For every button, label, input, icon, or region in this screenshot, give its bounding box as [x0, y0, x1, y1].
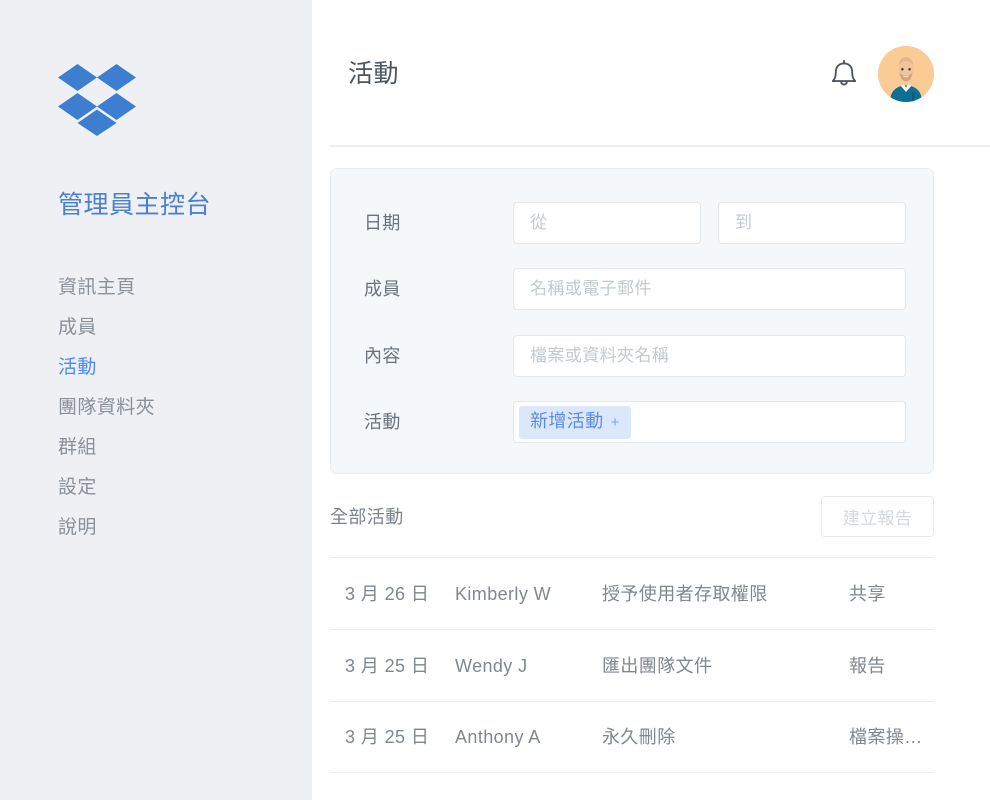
- cell-date: 3 月 25 日: [345, 655, 430, 676]
- notification-bell-icon[interactable]: [824, 52, 864, 96]
- cell-category: 共享: [849, 583, 886, 604]
- filter-row-member: 成員: [331, 267, 935, 311]
- sidebar-item-activity[interactable]: 活動: [58, 348, 298, 388]
- sidebar-item-help[interactable]: 說明: [58, 508, 298, 548]
- filter-row-date: 日期: [331, 201, 935, 245]
- activity-list-header: 全部活動 建立報告: [330, 496, 934, 540]
- cell-action: 匯出團隊文件: [602, 655, 713, 676]
- cell-member: Wendy J: [455, 655, 528, 676]
- cell-category: 檔案操…: [849, 727, 923, 747]
- cell-member: Kimberly W: [455, 583, 552, 604]
- filter-row-content: 內容: [331, 334, 935, 378]
- main-content: 活動 日期 從 到 成員 名稱或電子郵件 內容 檔案或資料夾名稱 活動 新增活動…: [312, 0, 990, 800]
- sidebar-item-settings[interactable]: 設定: [58, 468, 298, 508]
- add-activity-chip[interactable]: 新增活動 +: [519, 405, 631, 439]
- sidebar-item-members[interactable]: 成員: [58, 308, 298, 348]
- table-row[interactable]: 3 月 25 日 Anthony A 永久刪除 檔案操…: [330, 701, 934, 773]
- activity-table: 3 月 26 日 Kimberly W 授予使用者存取權限 共享 3 月 25 …: [330, 557, 934, 773]
- filter-label-date: 日期: [364, 213, 401, 233]
- filter-label-member: 成員: [364, 279, 401, 299]
- table-row[interactable]: 3 月 26 日 Kimberly W 授予使用者存取權限 共享: [330, 557, 934, 629]
- cell-date: 3 月 26 日: [345, 583, 430, 604]
- page-title: 活動: [348, 60, 400, 88]
- dropbox-logo-icon[interactable]: [58, 62, 136, 136]
- activity-input[interactable]: 新增活動 +: [513, 401, 906, 443]
- date-from-input[interactable]: [513, 202, 701, 244]
- table-row[interactable]: 3 月 25 日 Wendy J 匯出團隊文件 報告: [330, 629, 934, 701]
- plus-icon: +: [610, 413, 620, 431]
- cell-action: 永久刪除: [602, 727, 676, 747]
- activity-list-title: 全部活動: [330, 507, 404, 527]
- add-activity-chip-label: 新增活動: [530, 410, 604, 431]
- member-input[interactable]: [513, 268, 906, 310]
- content-input[interactable]: [513, 335, 906, 377]
- page-header: 活動: [312, 0, 990, 147]
- user-avatar-icon[interactable]: [878, 46, 934, 102]
- filter-label-activity: 活動: [364, 412, 401, 432]
- date-to-input[interactable]: [718, 202, 906, 244]
- sidebar-item-team-folders[interactable]: 團隊資料夾: [58, 388, 298, 428]
- filter-panel: 日期 成員 內容 活動 新增活動 +: [330, 168, 934, 474]
- header-divider: [330, 145, 990, 147]
- cell-category: 報告: [849, 655, 886, 676]
- create-report-button[interactable]: 建立報告: [821, 496, 934, 537]
- cell-member: Anthony A: [455, 727, 541, 747]
- console-title: 管理員主控台: [58, 191, 212, 219]
- cell-date: 3 月 25 日: [345, 727, 430, 747]
- filter-label-content: 內容: [364, 346, 401, 366]
- sidebar-item-dashboard[interactable]: 資訊主頁: [58, 268, 298, 308]
- sidebar-item-groups[interactable]: 群組: [58, 428, 298, 468]
- cell-action: 授予使用者存取權限: [602, 583, 768, 604]
- sidebar-nav: 資訊主頁 成員 活動 團隊資料夾 群組 設定 說明: [58, 268, 298, 548]
- sidebar: 管理員主控台 資訊主頁 成員 活動 團隊資料夾 群組 設定 說明: [0, 0, 312, 800]
- filter-row-activity: 活動 新增活動 +: [331, 400, 935, 444]
- admin-console-page: 管理員主控台 資訊主頁 成員 活動 團隊資料夾 群組 設定 說明 活動 日期 從…: [0, 0, 990, 800]
